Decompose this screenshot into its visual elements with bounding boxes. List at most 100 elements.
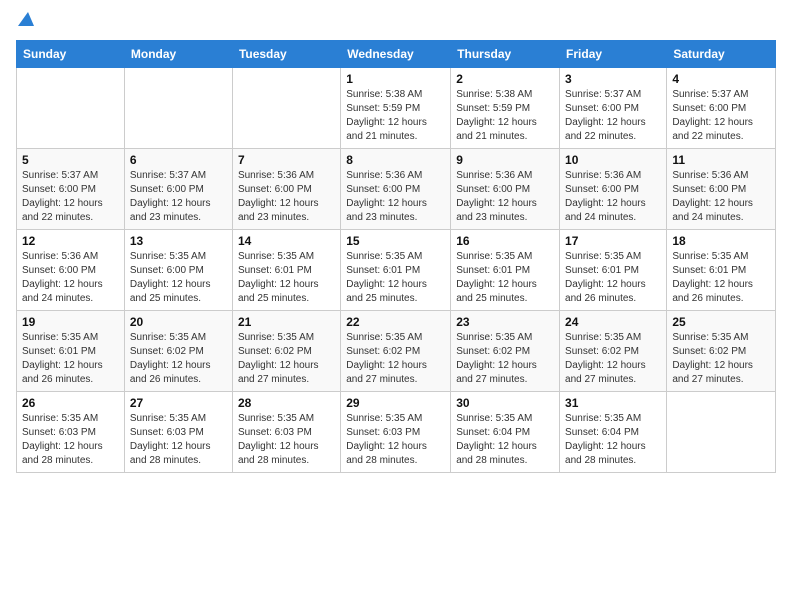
calendar-cell: 26 Sunrise: 5:35 AM Sunset: 6:03 PM Dayli… — [17, 392, 125, 473]
calendar-cell: 18 Sunrise: 5:35 AM Sunset: 6:01 PM Dayli… — [667, 230, 776, 311]
day-info: Sunrise: 5:35 AM Sunset: 6:02 PM Dayligh… — [238, 331, 335, 387]
calendar-cell: 10 Sunrise: 5:36 AM Sunset: 6:00 PM Dayli… — [560, 149, 667, 230]
calendar-cell: 20 Sunrise: 5:35 AM Sunset: 6:02 PM Dayli… — [124, 311, 232, 392]
day-number: 13 — [130, 234, 227, 248]
calendar-cell: 17 Sunrise: 5:35 AM Sunset: 6:01 PM Dayli… — [560, 230, 667, 311]
day-number: 16 — [456, 234, 554, 248]
day-number: 31 — [565, 396, 661, 410]
calendar-cell: 13 Sunrise: 5:35 AM Sunset: 6:00 PM Dayli… — [124, 230, 232, 311]
calendar-cell: 22 Sunrise: 5:35 AM Sunset: 6:02 PM Dayli… — [341, 311, 451, 392]
calendar-cell: 7 Sunrise: 5:36 AM Sunset: 6:00 PM Daylig… — [232, 149, 340, 230]
day-info: Sunrise: 5:35 AM Sunset: 6:03 PM Dayligh… — [238, 412, 335, 468]
day-info: Sunrise: 5:35 AM Sunset: 6:01 PM Dayligh… — [456, 250, 554, 306]
day-number: 7 — [238, 153, 335, 167]
day-number: 4 — [672, 72, 770, 86]
calendar-cell: 4 Sunrise: 5:37 AM Sunset: 6:00 PM Daylig… — [667, 68, 776, 149]
calendar-cell: 3Sunrise: 5:37 AM Sunset: 6:00 PM Daylig… — [560, 68, 667, 149]
calendar-cell: 16 Sunrise: 5:35 AM Sunset: 6:01 PM Dayli… — [451, 230, 560, 311]
day-info: Sunrise: 5:36 AM Sunset: 6:00 PM Dayligh… — [565, 169, 661, 225]
calendar-cell: 2Sunrise: 5:38 AM Sunset: 5:59 PM Daylig… — [451, 68, 560, 149]
calendar-cell: 25 Sunrise: 5:35 AM Sunset: 6:02 PM Dayli… — [667, 311, 776, 392]
day-number: 28 — [238, 396, 335, 410]
day-number: 9 — [456, 153, 554, 167]
calendar-table: SundayMondayTuesdayWednesdayThursdayFrid… — [16, 40, 776, 473]
day-number: 15 — [346, 234, 445, 248]
day-info: Sunrise: 5:37 AM Sunset: 6:00 PM Dayligh… — [22, 169, 119, 225]
day-info: Sunrise: 5:35 AM Sunset: 6:02 PM Dayligh… — [130, 331, 227, 387]
calendar-cell: 31 Sunrise: 5:35 AM Sunset: 6:04 PM Dayli… — [560, 392, 667, 473]
day-number: 10 — [565, 153, 661, 167]
day-info: Sunrise: 5:35 AM Sunset: 6:04 PM Dayligh… — [456, 412, 554, 468]
logo — [16, 16, 34, 28]
weekday-header-saturday: Saturday — [667, 41, 776, 68]
header — [16, 16, 776, 28]
calendar-cell: 14Sunrise: 5:35 AM Sunset: 6:01 PM Dayli… — [232, 230, 340, 311]
day-number: 26 — [22, 396, 119, 410]
day-number: 18 — [672, 234, 770, 248]
calendar-cell: 9 Sunrise: 5:36 AM Sunset: 6:00 PM Daylig… — [451, 149, 560, 230]
day-info: Sunrise: 5:36 AM Sunset: 6:00 PM Dayligh… — [456, 169, 554, 225]
weekday-header-monday: Monday — [124, 41, 232, 68]
weekday-header-wednesday: Wednesday — [341, 41, 451, 68]
day-info: Sunrise: 5:36 AM Sunset: 6:00 PM Dayligh… — [346, 169, 445, 225]
calendar-week-row: 19 Sunrise: 5:35 AM Sunset: 6:01 PM Dayli… — [17, 311, 776, 392]
day-info: Sunrise: 5:35 AM Sunset: 6:01 PM Dayligh… — [22, 331, 119, 387]
weekday-header-sunday: Sunday — [17, 41, 125, 68]
calendar-cell: 8 Sunrise: 5:36 AM Sunset: 6:00 PM Daylig… — [341, 149, 451, 230]
day-number: 20 — [130, 315, 227, 329]
day-number: 24 — [565, 315, 661, 329]
day-info: Sunrise: 5:35 AM Sunset: 6:02 PM Dayligh… — [456, 331, 554, 387]
weekday-header-row: SundayMondayTuesdayWednesdayThursdayFrid… — [17, 41, 776, 68]
day-number: 8 — [346, 153, 445, 167]
day-info: Sunrise: 5:35 AM Sunset: 6:01 PM Dayligh… — [672, 250, 770, 306]
calendar-cell: 15Sunrise: 5:35 AM Sunset: 6:01 PM Dayli… — [341, 230, 451, 311]
day-info: Sunrise: 5:37 AM Sunset: 6:00 PM Dayligh… — [672, 88, 770, 144]
day-info: Sunrise: 5:35 AM Sunset: 6:03 PM Dayligh… — [22, 412, 119, 468]
day-info: Sunrise: 5:37 AM Sunset: 6:00 PM Dayligh… — [130, 169, 227, 225]
calendar-cell: 28 Sunrise: 5:35 AM Sunset: 6:03 PM Dayli… — [232, 392, 340, 473]
calendar-cell: 23Sunrise: 5:35 AM Sunset: 6:02 PM Dayli… — [451, 311, 560, 392]
calendar-cell — [232, 68, 340, 149]
weekday-header-tuesday: Tuesday — [232, 41, 340, 68]
weekday-header-friday: Friday — [560, 41, 667, 68]
day-info: Sunrise: 5:35 AM Sunset: 6:02 PM Dayligh… — [346, 331, 445, 387]
calendar-cell: 24 Sunrise: 5:35 AM Sunset: 6:02 PM Dayli… — [560, 311, 667, 392]
day-number: 3 — [565, 72, 661, 86]
calendar-week-row: 26 Sunrise: 5:35 AM Sunset: 6:03 PM Dayli… — [17, 392, 776, 473]
day-number: 27 — [130, 396, 227, 410]
calendar-week-row: 1 Sunrise: 5:38 AM Sunset: 5:59 PM Daylig… — [17, 68, 776, 149]
day-info: Sunrise: 5:35 AM Sunset: 6:01 PM Dayligh… — [238, 250, 335, 306]
day-number: 30 — [456, 396, 554, 410]
day-info: Sunrise: 5:35 AM Sunset: 6:01 PM Dayligh… — [565, 250, 661, 306]
day-info: Sunrise: 5:35 AM Sunset: 6:04 PM Dayligh… — [565, 412, 661, 468]
day-number: 22 — [346, 315, 445, 329]
calendar-cell: 27Sunrise: 5:35 AM Sunset: 6:03 PM Dayli… — [124, 392, 232, 473]
day-number: 29 — [346, 396, 445, 410]
weekday-header-thursday: Thursday — [451, 41, 560, 68]
calendar-cell: 30 Sunrise: 5:35 AM Sunset: 6:04 PM Dayli… — [451, 392, 560, 473]
calendar-week-row: 5Sunrise: 5:37 AM Sunset: 6:00 PM Daylig… — [17, 149, 776, 230]
logo-triangle-icon — [18, 12, 34, 28]
day-number: 2 — [456, 72, 554, 86]
day-number: 21 — [238, 315, 335, 329]
day-number: 19 — [22, 315, 119, 329]
calendar-cell: 12 Sunrise: 5:36 AM Sunset: 6:00 PM Dayli… — [17, 230, 125, 311]
day-number: 25 — [672, 315, 770, 329]
day-info: Sunrise: 5:35 AM Sunset: 6:00 PM Dayligh… — [130, 250, 227, 306]
day-info: Sunrise: 5:36 AM Sunset: 6:00 PM Dayligh… — [22, 250, 119, 306]
day-number: 17 — [565, 234, 661, 248]
day-info: Sunrise: 5:36 AM Sunset: 6:00 PM Dayligh… — [238, 169, 335, 225]
day-info: Sunrise: 5:36 AM Sunset: 6:00 PM Dayligh… — [672, 169, 770, 225]
day-number: 12 — [22, 234, 119, 248]
calendar-cell — [17, 68, 125, 149]
day-info: Sunrise: 5:38 AM Sunset: 5:59 PM Dayligh… — [346, 88, 445, 144]
calendar-cell: 1 Sunrise: 5:38 AM Sunset: 5:59 PM Daylig… — [341, 68, 451, 149]
day-number: 1 — [346, 72, 445, 86]
calendar-cell: 19 Sunrise: 5:35 AM Sunset: 6:01 PM Dayli… — [17, 311, 125, 392]
day-info: Sunrise: 5:35 AM Sunset: 6:02 PM Dayligh… — [672, 331, 770, 387]
day-info: Sunrise: 5:35 AM Sunset: 6:02 PM Dayligh… — [565, 331, 661, 387]
calendar-cell: 29Sunrise: 5:35 AM Sunset: 6:03 PM Dayli… — [341, 392, 451, 473]
day-number: 11 — [672, 153, 770, 167]
calendar-week-row: 12 Sunrise: 5:36 AM Sunset: 6:00 PM Dayli… — [17, 230, 776, 311]
calendar-cell: 21 Sunrise: 5:35 AM Sunset: 6:02 PM Dayli… — [232, 311, 340, 392]
